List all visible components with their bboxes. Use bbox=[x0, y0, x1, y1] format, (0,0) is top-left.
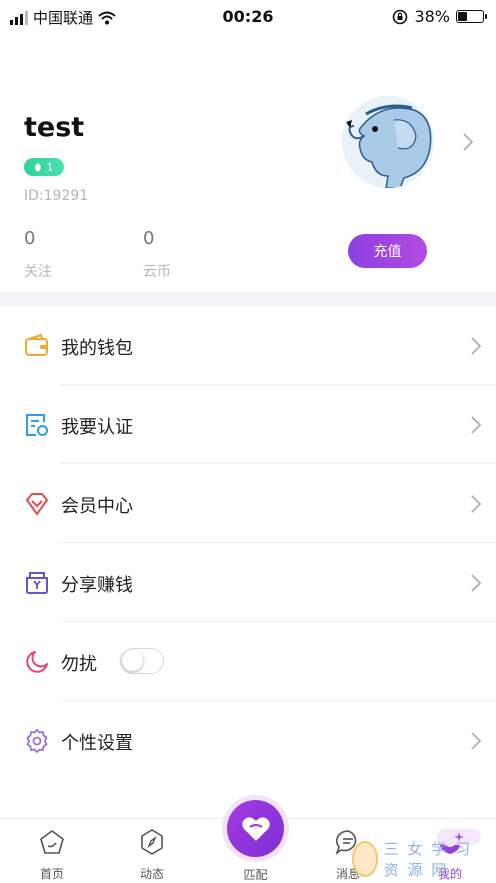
battery-fill bbox=[458, 12, 468, 21]
home-icon bbox=[40, 830, 64, 854]
battery-percent: 38% bbox=[414, 7, 450, 26]
stat-label: 关注 bbox=[24, 264, 52, 280]
do-not-disturb-toggle[interactable] bbox=[120, 648, 164, 674]
menu-item-wallet[interactable]: 我的钱包 bbox=[0, 306, 496, 385]
stat-following[interactable]: 0 关注 bbox=[24, 228, 52, 281]
tab-feed[interactable]: 动态 bbox=[122, 829, 182, 882]
chevron-right-icon bbox=[471, 416, 482, 434]
chevron-right-icon bbox=[471, 732, 482, 750]
watermark: 三 女 学 习 资 源 网 bbox=[352, 836, 492, 882]
menu-item-label: 会员中心 bbox=[61, 496, 133, 517]
heart-match-icon bbox=[241, 816, 270, 841]
menu-item-certification[interactable]: 我要认证 bbox=[0, 385, 496, 464]
menu-item-share-earn[interactable]: 分享赚钱 bbox=[0, 543, 496, 622]
user-id: ID:19291 bbox=[24, 188, 89, 204]
tab-label: 首页 bbox=[39, 867, 64, 881]
menu-item-label: 我的钱包 bbox=[61, 338, 133, 359]
toggle-knob bbox=[122, 650, 143, 671]
section-divider bbox=[0, 292, 496, 306]
tab-label: 匹配 bbox=[243, 868, 268, 882]
settings-gear-icon bbox=[26, 729, 48, 753]
wallet-icon bbox=[25, 333, 48, 356]
watermark-text: 三 女 学 习 资 源 网 bbox=[383, 840, 473, 879]
watermark-logo bbox=[352, 841, 378, 877]
recharge-button[interactable]: 充值 bbox=[348, 234, 427, 268]
level-icon bbox=[34, 162, 44, 172]
status-bar: 中国联通 00:26 38% bbox=[0, 0, 496, 34]
stat-value: 0 bbox=[24, 228, 36, 249]
tab-match[interactable] bbox=[227, 800, 284, 857]
chevron-right-icon bbox=[471, 337, 482, 355]
compass-icon bbox=[141, 829, 163, 855]
menu-item-membership[interactable]: 会员中心 bbox=[0, 464, 496, 543]
certification-icon bbox=[26, 414, 48, 436]
share-earn-icon bbox=[26, 572, 48, 594]
stat-label: 云币 bbox=[143, 264, 171, 280]
level-badge: 1 bbox=[24, 158, 64, 176]
stat-value: 0 bbox=[143, 228, 155, 249]
diamond-icon bbox=[26, 493, 48, 515]
menu-item-do-not-disturb: 勿扰 bbox=[0, 622, 496, 701]
orientation-lock-icon bbox=[393, 9, 408, 24]
chevron-right-icon bbox=[471, 495, 482, 513]
tab-home[interactable]: 首页 bbox=[22, 829, 82, 882]
stat-coins[interactable]: 0 云币 bbox=[143, 228, 171, 281]
avatar[interactable] bbox=[342, 96, 434, 188]
chevron-right-icon bbox=[471, 574, 482, 592]
moon-icon bbox=[26, 651, 48, 673]
menu-item-label: 个性设置 bbox=[61, 733, 133, 754]
status-right: 38% bbox=[392, 7, 487, 26]
tab-label: 动态 bbox=[139, 867, 164, 881]
chevron-right-icon bbox=[463, 133, 474, 151]
menu-item-label: 勿扰 bbox=[61, 654, 97, 675]
elephant-avatar-icon bbox=[342, 96, 434, 188]
menu-item-personal-settings[interactable]: 个性设置 bbox=[0, 701, 496, 780]
username: test bbox=[24, 112, 85, 143]
battery-icon bbox=[456, 10, 487, 23]
menu-list: 我的钱包 我要认证 会员中心 分享赚钱 勿扰 个性设置 bbox=[0, 306, 496, 780]
level-value: 1 bbox=[46, 160, 54, 174]
menu-item-label: 我要认证 bbox=[61, 417, 133, 438]
menu-item-label: 分享赚钱 bbox=[61, 575, 133, 596]
profile-header[interactable]: test 1 ID:19291 0 关注 0 云币 充值 bbox=[0, 34, 496, 292]
